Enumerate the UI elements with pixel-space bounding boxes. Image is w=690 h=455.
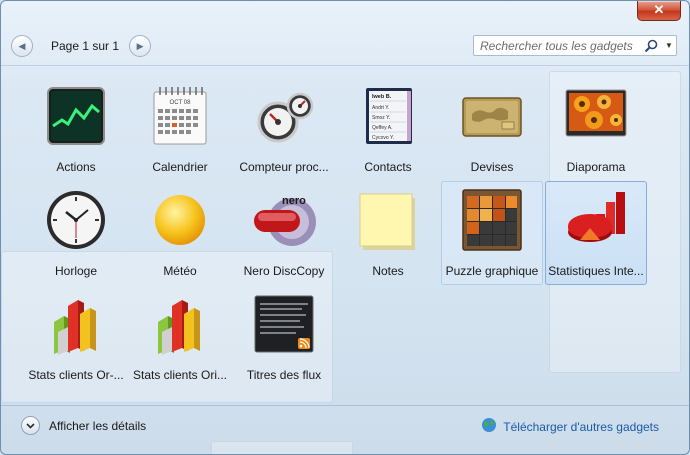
close-button[interactable]: ✕ [637, 1, 681, 21]
gadget-tile-contacts[interactable]: Iweb B. Andrt Y. Smoz Y. Qeffey A. Cycov… [337, 77, 439, 181]
calendar-month-label: OCT 08 [170, 100, 192, 106]
previous-page-button[interactable]: ◀ [11, 35, 33, 57]
contact-entry: Qeffey A. [372, 125, 392, 131]
gadget-tile-notes[interactable]: Notes [337, 181, 439, 285]
gadget-tile-actions[interactable]: Actions [25, 77, 127, 181]
nero-logo-text: nero [282, 195, 306, 207]
weather-sun-icon [148, 188, 212, 252]
pager: ◀ Page 1 sur 1 ▶ [11, 35, 152, 57]
clock-icon [44, 188, 108, 252]
gadget-label: Devises [470, 160, 514, 174]
gadget-label: Météo [163, 264, 197, 278]
gadget-label: Actions [56, 160, 96, 174]
chevron-down-icon [21, 416, 40, 435]
divider [1, 65, 689, 66]
divider [1, 405, 689, 406]
nero-disc-icon: nero [252, 188, 316, 252]
gadget-tile-compteur[interactable]: Compteur proc... [233, 77, 335, 181]
gadget-label: Compteur proc... [239, 160, 329, 174]
gadget-tile-devises[interactable]: Devises [441, 77, 543, 181]
search-box: ▼ [473, 35, 677, 56]
page-indicator: Page 1 sur 1 [51, 39, 120, 53]
search-dropdown-icon[interactable]: ▼ [662, 41, 676, 50]
gadget-label: Statistiques Inte... [548, 264, 644, 278]
gadget-label: Notes [372, 264, 404, 278]
slideshow-icon [564, 84, 628, 148]
gadget-tile-horloge[interactable]: Horloge [25, 181, 127, 285]
statistics-chart-icon [564, 188, 628, 252]
calendar-icon: OCT 08 [148, 84, 212, 148]
gadget-label: Diaporama [566, 160, 626, 174]
currency-card-icon [460, 84, 524, 148]
show-details-toggle[interactable]: Afficher les détails [21, 416, 146, 435]
cpu-meter-icon [252, 84, 316, 148]
chevron-left-icon: ◀ [18, 40, 26, 51]
stats-bars-icon [148, 292, 212, 356]
gadget-tile-titres-flux[interactable]: Titres des flux [233, 285, 335, 389]
gadget-tile-puzzle[interactable]: Puzzle graphique [441, 181, 543, 285]
next-page-button[interactable]: ▶ [129, 35, 152, 57]
gadget-tile-meteo[interactable]: Météo [129, 181, 231, 285]
stats-bars-icon [44, 292, 108, 356]
contact-entry: Cycovo Y. [372, 135, 394, 141]
search-input[interactable] [474, 37, 640, 54]
gadget-tile-stats-clients-or-2[interactable]: Stats clients Ori... [129, 285, 231, 389]
download-more-gadgets-link[interactable]: Télécharger d'autres gadgets [481, 417, 659, 436]
puzzle-icon [460, 188, 524, 252]
gadget-gallery-window: ✕ ◀ Page 1 sur 1 ▶ ▼ [0, 0, 690, 455]
download-more-gadgets-label: Télécharger d'autres gadgets [503, 419, 659, 434]
rss-feed-icon [252, 292, 316, 356]
gadget-label: Horloge [54, 264, 98, 278]
show-details-label: Afficher les détails [49, 418, 147, 433]
chevron-right-icon: ▶ [136, 40, 144, 51]
contacts-icon: Iweb B. Andrt Y. Smoz Y. Qeffey A. Cycov… [356, 84, 420, 148]
gadget-label: Calendrier [152, 160, 208, 174]
gadget-label: Stats clients Ori... [132, 368, 228, 382]
gadget-label: Nero DiscCopy [243, 264, 325, 278]
background-window-ghost [211, 441, 353, 454]
search-icon[interactable] [640, 36, 662, 55]
globe-icon [481, 417, 497, 436]
gadget-tile-diaporama[interactable]: Diaporama [545, 77, 647, 181]
gadget-tile-nero[interactable]: nero Nero DiscCopy [233, 181, 335, 285]
gadget-label: Stats clients Or-... [28, 368, 124, 382]
contact-entry: Andrt Y. [372, 105, 389, 111]
stocks-chart-icon [44, 84, 108, 148]
contact-entry: Iweb B. [372, 94, 392, 100]
gadget-tile-stats-clients-or-1[interactable]: Stats clients Or-... [25, 285, 127, 389]
gadget-tile-statistiques[interactable]: Statistiques Inte... [545, 181, 647, 285]
gadget-tile-calendrier[interactable]: OCT 08 Calendrier [129, 77, 231, 181]
gadget-label: Puzzle graphique [445, 264, 539, 278]
gadget-label: Titres des flux [246, 368, 322, 382]
contact-entry: Smoz Y. [372, 115, 390, 121]
gadget-label: Contacts [364, 160, 412, 174]
notes-icon [356, 188, 420, 252]
